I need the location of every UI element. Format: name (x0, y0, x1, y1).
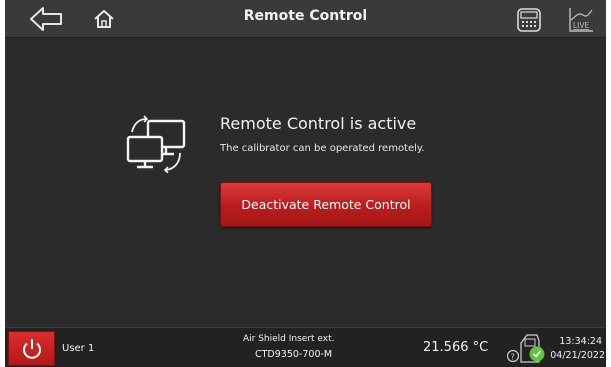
power-icon (22, 338, 41, 359)
deactivate-button-label: Deactivate Remote Control (241, 197, 411, 212)
keyboard-button[interactable] (515, 6, 543, 34)
keyboard-icon (517, 8, 541, 32)
clock-time: 13:34:24 (559, 336, 602, 347)
status-bar: User 1 Air Shield Insert ext. CTD9350-70… (5, 327, 606, 367)
temperature-value: 21.566 °C (423, 340, 489, 355)
calibrator-status-icon[interactable]: ? (507, 331, 549, 366)
clock-date: 04/21/2022 (550, 350, 605, 361)
live-button[interactable]: LIVE (567, 6, 595, 34)
sensor-name: Air Shield Insert ext. (243, 334, 335, 344)
header-bar: Remote Control LIVE (5, 0, 606, 38)
app-window: Remote Control LIVE Remote Control is ac… (5, 0, 606, 367)
deactivate-remote-control-button[interactable]: Deactivate Remote Control (220, 182, 432, 227)
sensor-model: CTD9350-700-M (255, 349, 333, 360)
main-content: Remote Control is active The calibrator … (5, 38, 606, 327)
svg-text:?: ? (511, 353, 515, 362)
user-label[interactable]: User 1 (62, 343, 94, 354)
remote-computers-icon (126, 115, 186, 173)
live-label: LIVE (573, 21, 590, 30)
remote-control-description: The calibrator can be operated remotely. (220, 143, 425, 154)
power-button[interactable] (8, 331, 55, 366)
live-chart-icon: LIVE (569, 8, 593, 32)
remote-control-heading: Remote Control is active (220, 114, 417, 133)
